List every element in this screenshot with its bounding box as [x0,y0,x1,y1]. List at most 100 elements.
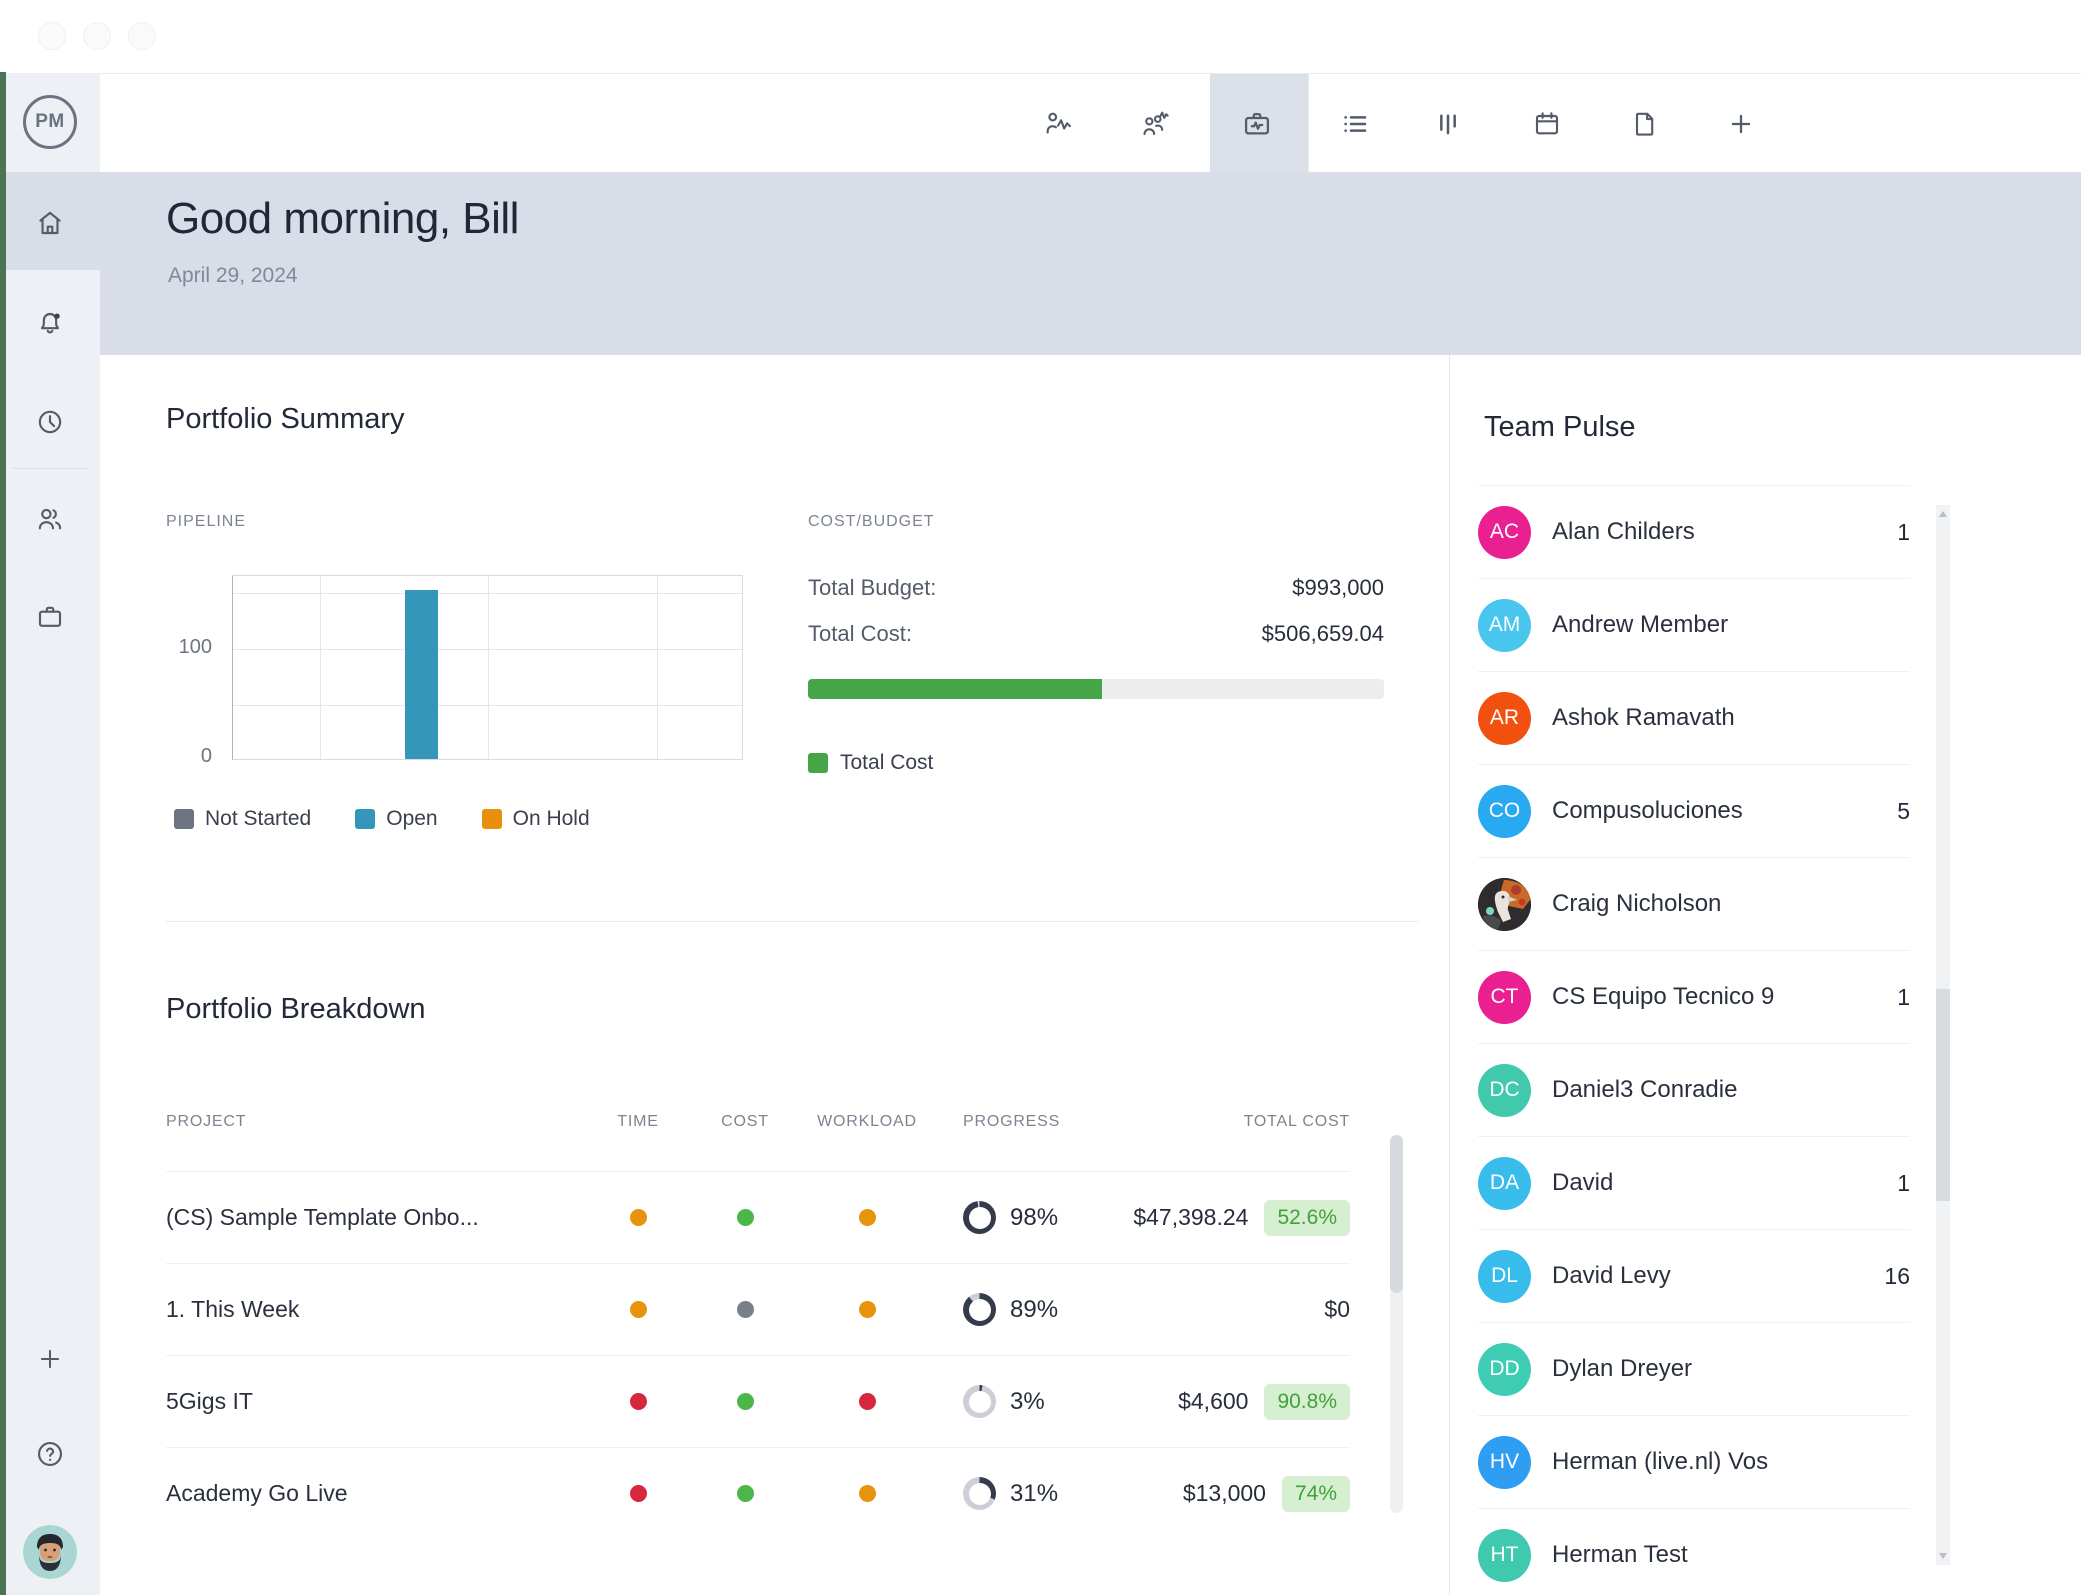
avatar-initials: AM [1489,613,1521,637]
traffic-light-minimize-icon[interactable] [83,22,111,50]
progress-ring [963,1201,996,1234]
project-name[interactable]: Academy Go Live [166,1480,566,1507]
pipeline-chart [232,575,743,760]
y-axis-tick-0: 0 [136,745,212,768]
col-header-progress[interactable]: PROGRESS [954,1113,1146,1131]
tab-portfolio-health[interactable] [1225,74,1289,173]
team-member-row[interactable]: CT [1478,950,1910,1043]
table-scrollbar-thumb[interactable] [1390,1135,1403,1293]
team-member-row[interactable]: Craig Nicholson [1478,857,1910,950]
col-header-total-cost[interactable]: TOTAL COST [1146,1113,1350,1131]
project-name[interactable]: 1. This Week [166,1296,566,1323]
sidebar-item-notifications[interactable] [0,285,100,359]
team-member-row[interactable]: DL [1478,1229,1910,1322]
avatar-initials: CT [1491,985,1519,1009]
progress-cell: 31% [954,1477,1146,1510]
team-member-row[interactable]: DD [1478,1322,1910,1415]
tab-team-activity[interactable] [1124,74,1188,173]
project-name[interactable]: (CS) Sample Template Onbo... [166,1204,566,1231]
cost-status-dot [737,1485,754,1502]
cost-legend: Total Cost [808,751,933,775]
team-pulse-list: AC [1478,485,1910,1595]
member-name: Alan Childers [1552,518,1876,546]
team-member-row[interactable]: AM [1478,578,1910,671]
legend-item: Open [355,807,437,831]
tab-kanban[interactable] [1416,74,1480,173]
table-row[interactable]: 1. This Week 89% $0 [166,1263,1350,1355]
tab-task-list[interactable] [1323,74,1387,173]
budget-variance-badge: 74% [1282,1476,1350,1512]
home-icon [34,207,66,239]
legend-label: Not Started [205,807,311,831]
scroll-down-icon[interactable] [1939,1553,1947,1559]
member-name: David [1552,1169,1876,1197]
member-name: Herman (live.nl) Vos [1552,1448,1889,1476]
legend-item: On Hold [482,807,590,831]
sidebar-item-recent[interactable] [0,385,100,459]
team-member-row[interactable]: DC [1478,1043,1910,1136]
team-member-row[interactable]: DA [1478,1136,1910,1229]
team-member-row[interactable]: HT [1478,1508,1910,1595]
pipeline-label: PIPELINE [166,513,246,531]
progress-value: 98% [1010,1204,1058,1232]
sidebar-item-portfolio[interactable] [0,580,100,654]
project-name[interactable]: 5Gigs IT [166,1388,566,1415]
workload-status-dot [859,1301,876,1318]
user-avatar[interactable] [23,1525,77,1579]
col-header-project[interactable]: PROJECT [166,1113,566,1131]
page-header: Good morning, Bill April 29, 2024 [100,172,2081,355]
plus-icon [1726,109,1756,139]
scroll-up-icon[interactable] [1939,511,1947,517]
member-count: 16 [1884,1263,1910,1290]
people-icon [34,503,66,535]
avatar-initials: HT [1491,1543,1519,1567]
team-member-row[interactable]: CO [1478,764,1910,857]
pm-logo[interactable]: PM [23,95,77,149]
avatar-initials: HV [1490,1450,1519,1474]
total-budget-label: Total Budget: [808,575,936,601]
team-pulse-panel: Team Pulse AC [1451,355,2081,1595]
member-name: CS Equipo Tecnico 9 [1552,983,1876,1011]
total-cost-value: $13,000 [1183,1480,1266,1507]
add-view-button[interactable] [1709,74,1773,173]
pipeline-legend: Not Started Open On Hold [174,807,590,831]
member-avatar: DD [1478,1343,1531,1396]
team-member-row[interactable]: AC [1478,485,1910,578]
sidebar-item-home[interactable] [0,186,100,260]
col-header-time[interactable]: TIME [566,1113,710,1131]
progress-value: 89% [1010,1296,1058,1324]
avatar-initials: DA [1490,1171,1519,1195]
team-member-row[interactable]: HV [1478,1415,1910,1508]
traffic-light-zoom-icon[interactable] [128,22,156,50]
table-row[interactable]: 5Gigs IT 3% $4,600 90.8% [166,1355,1350,1447]
col-header-workload[interactable]: WORKLOAD [780,1113,954,1131]
team-member-row[interactable]: AR [1478,671,1910,764]
legend-item: Not Started [174,807,311,831]
tab-document[interactable] [1613,74,1677,173]
plus-icon [35,1344,65,1374]
member-count: 1 [1897,984,1910,1011]
total-cost-cell: $47,398.24 52.6% [1146,1200,1350,1236]
member-name: Dylan Dreyer [1552,1355,1889,1383]
tab-calendar[interactable] [1515,74,1579,173]
sidebar-help-button[interactable] [0,1417,100,1491]
member-name: Compusoluciones [1552,797,1876,825]
team-scrollbar-thumb[interactable] [1936,989,1950,1201]
member-name: Andrew Member [1552,611,1889,639]
table-scrollbar[interactable] [1390,1135,1403,1513]
team-scrollbar[interactable] [1936,505,1950,1565]
sidebar-add-button[interactable] [0,1322,100,1396]
tab-my-work[interactable] [1027,74,1091,173]
member-avatar: DC [1478,1064,1531,1117]
pipeline-bar[interactable] [405,590,438,759]
time-status-dot [630,1485,647,1502]
window-left-edge [0,72,6,1595]
col-header-cost[interactable]: COST [710,1113,780,1131]
sidebar-item-team[interactable] [0,482,100,556]
table-row[interactable]: (CS) Sample Template Onbo... 98% $47,398… [166,1171,1350,1263]
traffic-light-close-icon[interactable] [38,22,66,50]
view-toolbar [100,73,2081,172]
table-row[interactable]: Academy Go Live 31% $13,000 74% [166,1447,1350,1539]
main-content: Portfolio Summary PIPELINE COST/BUDGET 1… [100,355,1450,1595]
section-divider [166,921,1419,922]
